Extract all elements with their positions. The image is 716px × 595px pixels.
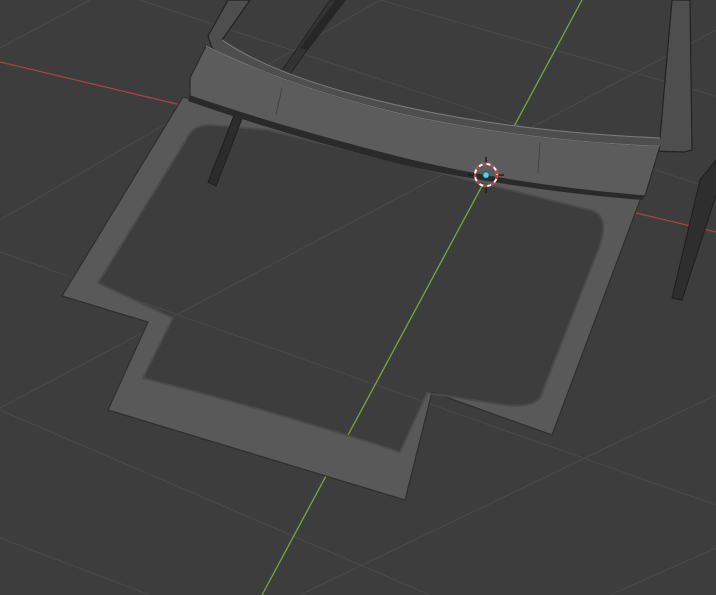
- 3d-viewport[interactable]: [0, 0, 716, 595]
- viewport-canvas[interactable]: [0, 0, 716, 595]
- pillar-left-upper-2: [300, 0, 346, 50]
